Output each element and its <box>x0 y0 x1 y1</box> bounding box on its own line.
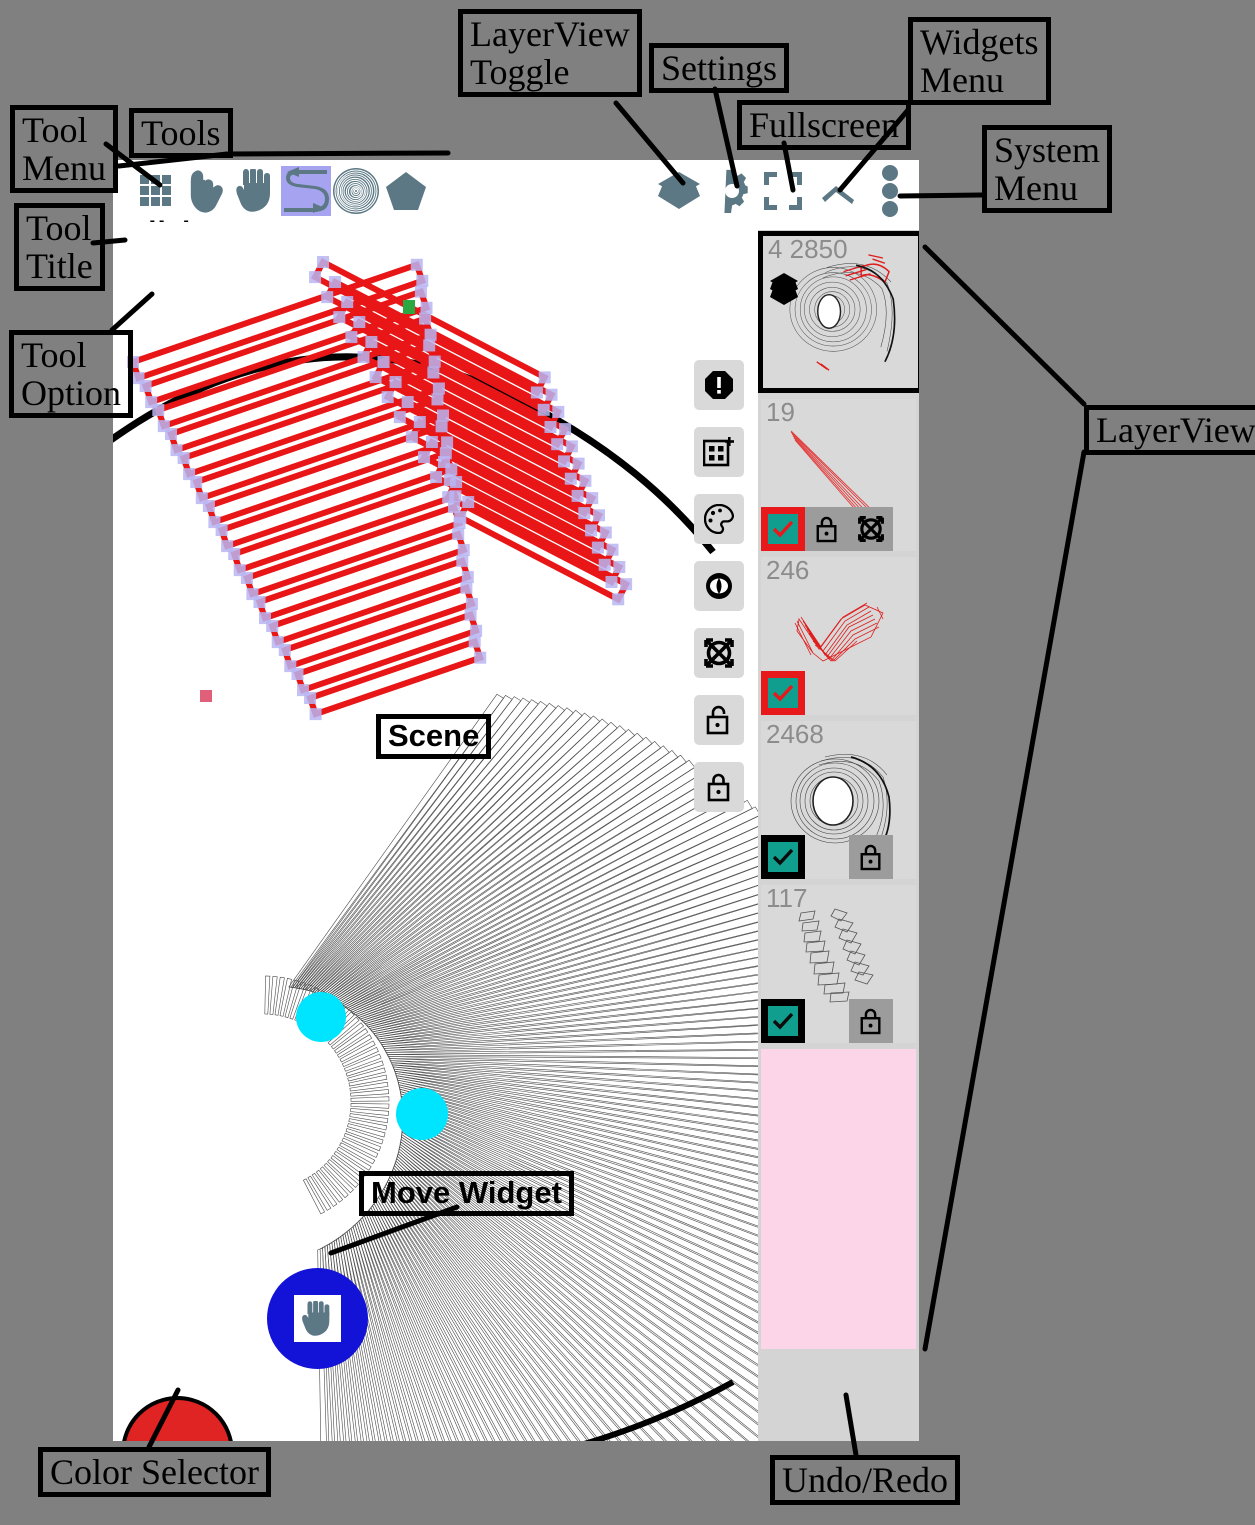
visibility-option-button[interactable] <box>694 561 744 611</box>
layer-controls <box>761 507 893 551</box>
kebab-menu-icon <box>880 165 900 217</box>
layer-controls <box>761 671 805 715</box>
add-grid-icon <box>703 436 735 468</box>
annotation-widgets-menu: Widgets Menu <box>908 17 1051 105</box>
spiral-tool-button[interactable] <box>331 166 381 216</box>
delete-option-button[interactable] <box>694 628 744 678</box>
system-menu-button[interactable] <box>865 166 915 216</box>
open-lock-icon <box>706 705 732 735</box>
annotation-tools: Tools <box>129 108 233 158</box>
handle-dot-2[interactable] <box>396 1088 448 1140</box>
annotation-undo-redo: Undo/Redo <box>770 1455 960 1505</box>
unlock-option-button[interactable] <box>694 695 744 745</box>
scene-canvas[interactable] <box>113 222 758 1441</box>
ribbon-tool-button[interactable] <box>281 166 331 216</box>
fullscreen-button[interactable] <box>758 166 808 216</box>
ribbon-icon <box>281 167 331 215</box>
gear-icon <box>710 169 754 213</box>
alert-option-button[interactable] <box>694 360 744 410</box>
layerview-toggle-button[interactable] <box>654 166 704 216</box>
scene-artwork <box>113 222 758 1441</box>
open-hand-icon <box>301 1301 335 1337</box>
move-widget-inner <box>294 1295 341 1342</box>
move-tool-button[interactable] <box>231 166 281 216</box>
checkbox-checked-icon <box>768 1006 798 1036</box>
checkbox-checked-icon <box>768 514 798 544</box>
palette-option-button[interactable] <box>694 494 744 544</box>
layer-visibility-toggle[interactable] <box>761 835 805 879</box>
annotation-tool-menu: Tool Menu <box>10 105 118 193</box>
eye-target-icon <box>703 572 735 600</box>
layer-thumbnail <box>763 236 918 388</box>
add-element-option-button[interactable] <box>694 427 744 477</box>
tool-option-strip <box>694 360 744 829</box>
annotation-layerview: LayerView <box>1084 405 1255 455</box>
layerview-panel[interactable]: 4 2850 <box>758 230 919 1441</box>
spiral-disc-icon <box>332 167 380 215</box>
closed-lock-icon <box>859 1007 883 1035</box>
move-widget[interactable] <box>267 1268 368 1369</box>
open-hand-icon <box>235 169 277 213</box>
grid-menu-icon <box>139 174 173 208</box>
layer-item[interactable]: 246 <box>761 557 916 715</box>
layer-lock-button[interactable] <box>805 507 849 551</box>
checkbox-checked-icon <box>768 842 798 872</box>
layer-visibility-toggle[interactable] <box>761 671 805 715</box>
layer-item[interactable]: 117 <box>761 885 916 1043</box>
layer-item[interactable]: 19 <box>761 399 916 551</box>
layer-add-slot[interactable] <box>761 1049 916 1349</box>
lock-option-button[interactable] <box>694 762 744 812</box>
settings-button[interactable] <box>707 166 757 216</box>
closed-lock-icon <box>815 515 839 543</box>
closed-lock-icon <box>706 772 732 802</box>
layer-visibility-toggle[interactable] <box>761 999 805 1043</box>
layer-controls <box>761 999 893 1043</box>
annotation-color-selector: Color Selector <box>38 1447 271 1497</box>
annotation-fullscreen: Fullscreen <box>737 100 911 150</box>
crossed-circle-icon <box>857 515 885 543</box>
layer-lock-button[interactable] <box>849 835 893 879</box>
octagon-exclamation-icon <box>704 370 734 400</box>
tool-menu-button[interactable] <box>131 166 181 216</box>
pointer-tool-button[interactable] <box>181 166 231 216</box>
layer-controls <box>761 835 893 879</box>
widgets-menu-button[interactable] <box>813 166 863 216</box>
layer-item[interactable]: 2468 <box>761 721 916 879</box>
layer-item[interactable]: 4 2850 <box>758 231 919 393</box>
annotation-layerview-toggle: LayerView Toggle <box>458 9 642 97</box>
closed-lock-icon <box>859 843 883 871</box>
caret-up-icon <box>820 178 856 204</box>
annotation-system-menu: System Menu <box>982 125 1112 213</box>
layers-icon <box>657 171 701 211</box>
crossed-circle-icon <box>703 637 735 669</box>
pentagon-icon <box>384 169 428 213</box>
palette-icon <box>704 504 734 534</box>
annotation-tool-title: Tool Title <box>14 203 105 291</box>
handle-dot-1[interactable] <box>296 992 346 1042</box>
pointing-hand-icon <box>185 169 227 213</box>
layers-icon <box>769 272 799 306</box>
polygon-tool-button[interactable] <box>381 166 431 216</box>
layer-lock-button[interactable] <box>849 999 893 1043</box>
app-window: Ribbon <box>113 160 919 1441</box>
annotation-settings: Settings <box>649 43 789 93</box>
layer-visibility-toggle[interactable] <box>761 507 805 551</box>
checkbox-checked-icon <box>768 678 798 708</box>
layer-delete-button[interactable] <box>849 507 893 551</box>
fullscreen-icon <box>764 172 802 210</box>
